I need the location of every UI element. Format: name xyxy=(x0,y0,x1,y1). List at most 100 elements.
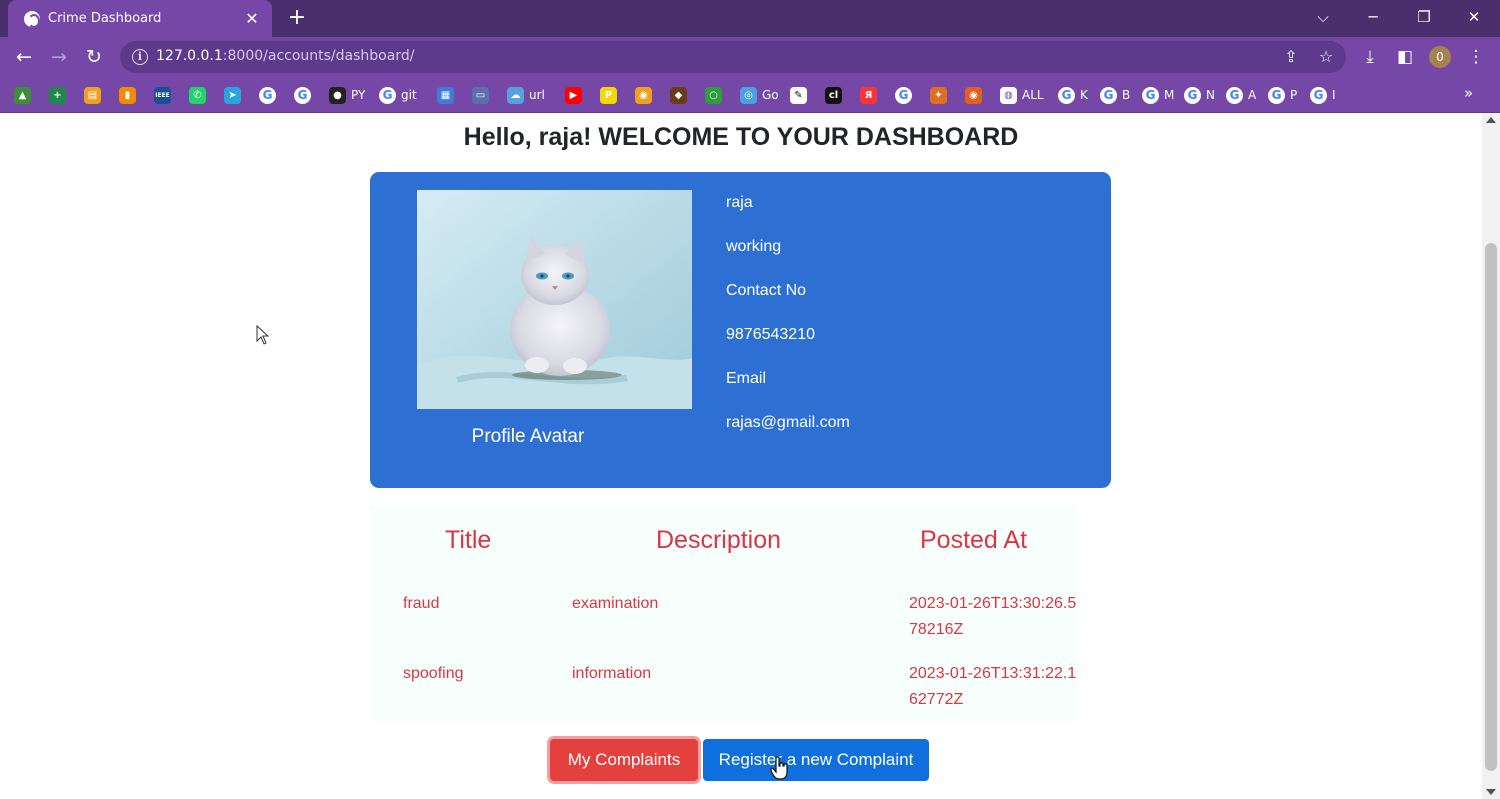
table-cell-posted-at: 2023-01-26T13:31:22.162772Z xyxy=(909,665,1077,708)
bookmark-item[interactable]: ◆ xyxy=(670,84,687,106)
analytics-icon: ▮ xyxy=(119,86,136,104)
bookmark-label: B xyxy=(1122,88,1131,102)
bookmark-item[interactable]: Я xyxy=(860,84,877,106)
bookmark-item[interactable]: GA xyxy=(1226,84,1256,106)
scroll-up-arrow-icon[interactable] xyxy=(1486,117,1496,123)
bookmark-item[interactable]: P xyxy=(600,84,617,106)
browser-toolbar: ← → ↻ i 127.0.0.1:8000/accounts/dashboar… xyxy=(0,37,1500,77)
bookmarks-overflow-icon[interactable]: » xyxy=(1464,84,1473,102)
new-tab-button[interactable]: + xyxy=(284,5,310,31)
back-button[interactable]: ← xyxy=(10,43,38,71)
telegram-icon: ➤ xyxy=(224,86,241,104)
google-icon: G xyxy=(1184,86,1201,104)
bookmark-item[interactable]: cl xyxy=(825,84,842,106)
close-icon[interactable]: ✕ xyxy=(244,9,260,28)
bookmark-item[interactable]: GB xyxy=(1100,84,1130,106)
bookmark-item[interactable]: ☁ url xyxy=(507,84,545,106)
camera-icon: ◉ xyxy=(635,86,652,104)
contact-label: Contact No xyxy=(726,282,807,299)
restore-button[interactable]: ❐ xyxy=(1406,4,1442,30)
bookmark-item[interactable]: ○ xyxy=(705,84,722,106)
bookmark-item[interactable]: ● PY xyxy=(329,84,365,106)
column-header-title: Title xyxy=(445,526,492,554)
bookmark-item[interactable]: G xyxy=(895,84,912,106)
bookmark-item[interactable]: ➤ xyxy=(224,84,241,106)
bookmark-item[interactable]: G xyxy=(259,84,276,106)
bookmark-item[interactable]: ✎ xyxy=(790,84,807,106)
bookmark-item[interactable]: ▤ xyxy=(84,84,101,106)
bookmark-item[interactable]: IEEE xyxy=(154,84,171,106)
address-bar[interactable]: i 127.0.0.1:8000/accounts/dashboard/ ⇪ ☆ xyxy=(120,41,1346,73)
whatsapp-icon: ✆ xyxy=(189,86,206,104)
bus-icon: ▭ xyxy=(472,86,489,104)
bookmark-label: url xyxy=(529,88,545,102)
bookmark-star-icon[interactable]: ☆ xyxy=(1315,46,1337,68)
eye-icon: ◉ xyxy=(965,86,982,104)
scroll-down-arrow-icon[interactable] xyxy=(1486,789,1496,795)
bookmark-item[interactable]: GP xyxy=(1268,84,1297,106)
email-label: Email xyxy=(726,370,767,387)
bookmark-item[interactable]: ◍ ALL xyxy=(1000,84,1044,106)
cl-app-icon: cl xyxy=(825,86,842,104)
bookmark-item[interactable]: ◎ Go xyxy=(740,84,779,106)
bookmarks-bar: G I G P G A G N G M G B G K ◍ ALL ◉ ✦ G Яcl ✎ ◎ Go ○ ◆ ◉ P ▶ ☁ url ▭ ▦ G… xyxy=(0,77,1500,113)
bookmark-item[interactable]: ◉ xyxy=(635,84,652,106)
bookmark-item[interactable]: ◉ xyxy=(965,84,982,106)
google-icon: G xyxy=(1142,86,1159,104)
google-icon: G xyxy=(1226,86,1243,104)
url-text[interactable]: 127.0.0.1:8000/accounts/dashboard/ xyxy=(156,48,414,64)
my-complaints-button[interactable]: My Complaints xyxy=(550,739,698,781)
table-cell-posted-at: 2023-01-26T13:30:26.578216Z xyxy=(909,595,1077,638)
complaints-table: Title Description Posted At fraud examin… xyxy=(370,506,1077,721)
globe-icon xyxy=(24,10,40,28)
ring-icon: ○ xyxy=(705,86,722,104)
bookmark-label: A xyxy=(1248,88,1257,102)
share-icon[interactable]: ⇪ xyxy=(1280,46,1302,68)
side-panel-icon[interactable]: ◧ xyxy=(1393,45,1417,69)
bookmark-item[interactable]: + xyxy=(49,84,66,106)
bookmark-item[interactable]: ▭ xyxy=(472,84,489,106)
bookmark-item[interactable]: ▮ xyxy=(119,84,136,106)
bookmark-item[interactable]: ✆ xyxy=(189,84,206,106)
forward-button[interactable]: → xyxy=(45,43,73,71)
slides-icon: ▤ xyxy=(84,86,101,104)
bookmark-label: N xyxy=(1206,88,1215,102)
profile-status: working xyxy=(726,238,782,255)
bookmark-item[interactable]: ✦ xyxy=(930,84,947,106)
bookmark-label: ALL xyxy=(1022,88,1044,102)
go-app-icon: ◎ xyxy=(740,86,757,104)
scrollbar-thumb[interactable] xyxy=(1485,243,1497,771)
download-icon[interactable]: ⤓ xyxy=(1358,45,1382,69)
bookmark-item[interactable]: GI xyxy=(1310,84,1336,106)
bookmark-label: I xyxy=(1332,88,1336,102)
bookmark-label: P xyxy=(1290,88,1298,102)
google-icon: G xyxy=(1100,86,1117,104)
bookmark-item[interactable]: GN xyxy=(1184,84,1215,106)
site-info-icon[interactable]: i xyxy=(132,49,148,65)
bookmark-item[interactable]: Ggit xyxy=(379,84,417,106)
bookmark-item[interactable]: GM xyxy=(1142,84,1174,106)
register-complaint-button[interactable]: Register a new Complaint xyxy=(703,739,929,781)
bookmark-item[interactable]: ▶ xyxy=(565,84,582,106)
email-value: rajas@gmail.com xyxy=(726,414,850,431)
tab-crime-dashboard[interactable]: Crime Dashboard ✕ xyxy=(8,0,272,37)
menu-kebab-icon[interactable]: ⋮ xyxy=(1464,45,1488,69)
bookmark-item[interactable]: G xyxy=(294,84,311,106)
bookmark-item[interactable]: GK xyxy=(1058,84,1088,106)
coin-icon: ◆ xyxy=(670,86,687,104)
google-icon: G xyxy=(895,86,912,104)
reload-button[interactable]: ↻ xyxy=(80,43,108,71)
table-cell-title: fraud xyxy=(403,595,440,612)
bookmark-item[interactable]: ▦ xyxy=(437,84,454,106)
profile-button[interactable]: 0 xyxy=(1429,46,1451,68)
minimize-button[interactable]: ─ xyxy=(1355,4,1391,30)
hand-cursor-icon xyxy=(770,756,788,780)
bird-icon: ✦ xyxy=(930,86,947,104)
bookmark-label: K xyxy=(1080,88,1088,102)
ieee-icon: IEEE xyxy=(154,86,171,104)
page-title: Hello, raja! WELCOME TO YOUR DASHBOARD xyxy=(463,123,1019,151)
tab-search-chevron-icon[interactable]: ⌵ xyxy=(1305,4,1341,30)
window-close-button[interactable]: ✕ xyxy=(1456,4,1492,30)
vertical-scrollbar[interactable] xyxy=(1482,113,1500,799)
bookmark-item[interactable]: ▲ xyxy=(14,84,31,106)
